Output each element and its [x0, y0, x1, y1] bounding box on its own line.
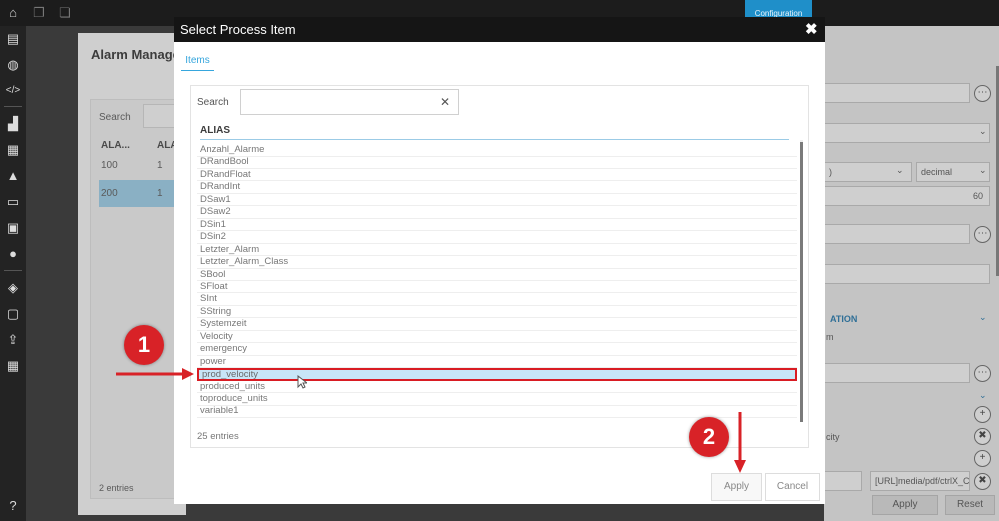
header-divider	[200, 139, 789, 140]
page-title: Alarm Manage	[91, 47, 180, 62]
list-item[interactable]: emergency	[197, 343, 797, 356]
paste-icon[interactable]: ❏	[58, 6, 72, 20]
mouse-cursor-icon	[297, 375, 307, 389]
table-cell[interactable]: 200	[101, 188, 118, 199]
monitor-settings-icon[interactable]: ▢	[5, 306, 21, 322]
chevron-down-icon[interactable]: ⌄	[979, 390, 987, 401]
add-icon[interactable]: +	[974, 450, 991, 467]
close-icon[interactable]: ✖	[805, 20, 818, 38]
entries-count: 25 entries	[197, 431, 239, 442]
list-item[interactable]: DRandInt	[197, 181, 797, 194]
list-item[interactable]: Systemzeit	[197, 318, 797, 331]
alias-column-header[interactable]: ALIAS	[200, 125, 230, 136]
delete-icon[interactable]: ✖	[974, 473, 991, 490]
select-1[interactable]	[824, 123, 990, 143]
list-item[interactable]: Letzter_Alarm_Class	[197, 256, 797, 269]
cancel-button[interactable]: Cancel	[765, 473, 820, 501]
list-item[interactable]: SString	[197, 306, 797, 319]
list-item[interactable]: DRandFloat	[197, 169, 797, 182]
static-text: city	[826, 432, 840, 442]
alarm-warning-icon[interactable]: ▲	[5, 168, 21, 184]
delete-icon[interactable]: ✖	[974, 428, 991, 445]
list-item[interactable]: DSaw1	[197, 194, 797, 207]
list-item[interactable]: Velocity	[197, 331, 797, 344]
code-icon[interactable]: </>	[5, 83, 21, 99]
list-item[interactable]: SInt	[197, 293, 797, 306]
sidebar-divider	[4, 106, 22, 107]
more-options-icon[interactable]: ⋯	[974, 226, 991, 243]
dialog-header: Select Process Item ✖	[174, 17, 825, 42]
number-value: 60	[972, 191, 983, 201]
table-cell[interactable]: 1	[157, 160, 163, 171]
table-cell[interactable]: 1	[157, 188, 163, 199]
copy-icon[interactable]: ❐	[32, 6, 46, 20]
scrollbar-thumb[interactable]	[800, 142, 803, 422]
tab-items[interactable]: Items	[181, 52, 214, 71]
number-field[interactable]: 60	[824, 186, 990, 206]
list-item[interactable]: DSaw2	[197, 206, 797, 219]
url-field[interactable]: [URL]media/pdf/ctrlX_C	[870, 471, 970, 491]
left-sidebar: ▤ ◍ </> ▟ ▦ ▲ ▭ ▣ ● ◈ ▢ ⇪ ▦ ?	[0, 26, 26, 521]
static-text: m	[826, 332, 834, 342]
more-options-icon[interactable]: ⋯	[974, 365, 991, 382]
step-1-badge: 1	[124, 325, 164, 365]
list-item[interactable]: Letzter_Alarm	[197, 244, 797, 257]
package-icon[interactable]: ◈	[5, 280, 21, 296]
list-item[interactable]: SFloat	[197, 281, 797, 294]
apply-button[interactable]: Apply	[711, 473, 762, 501]
add-icon[interactable]: +	[974, 406, 991, 423]
item-list: Anzahl_Alarme DRandBool DRandFloat DRandInt…	[197, 144, 803, 422]
alarm-table-container: Search ALA... ALA 100 1 200 1 2 entries	[90, 99, 187, 499]
list-item[interactable]: DRandBool	[197, 156, 797, 169]
decimal-value: decimal	[921, 167, 953, 177]
section-header[interactable]: ATION	[830, 314, 857, 324]
apply-button[interactable]: Apply	[872, 495, 938, 515]
items-panel: Search ✕ ALIAS Anzahl_Alarme DRandBool DRa…	[190, 85, 809, 448]
id-card-icon[interactable]: ▣	[5, 220, 21, 236]
reset-button[interactable]: Reset	[945, 495, 995, 515]
list-item[interactable]: Anzahl_Alarme	[197, 144, 797, 157]
field-4[interactable]	[824, 363, 970, 383]
field-5[interactable]	[824, 471, 862, 491]
list-item[interactable]: power	[197, 356, 797, 369]
dashboard-icon[interactable]: ▤	[5, 31, 21, 47]
search-label: Search	[197, 97, 229, 108]
device-icon[interactable]: ▭	[5, 194, 21, 210]
field-2[interactable]	[824, 224, 970, 244]
column-header[interactable]: ALA...	[101, 140, 130, 151]
alarm-manager-panel: Alarm Manage Search ALA... ALA 100 1 200…	[78, 33, 187, 515]
export-icon[interactable]: ⇪	[5, 332, 21, 348]
globe-gear-icon[interactable]: ◍	[5, 57, 21, 73]
list-item[interactable]: produced_units	[197, 381, 797, 394]
entries-count: 2 entries	[99, 483, 134, 493]
step-2-badge: 2	[689, 417, 729, 457]
chevron-down-icon[interactable]: ⌄	[979, 312, 987, 323]
chart-icon[interactable]: ▦	[5, 142, 21, 158]
list-item[interactable]: DSin2	[197, 231, 797, 244]
list-item[interactable]: SBool	[197, 269, 797, 281]
search-input[interactable]	[240, 89, 459, 115]
field-3[interactable]	[824, 264, 990, 284]
list-item[interactable]: toproduce_units	[197, 393, 797, 406]
chevron-down-icon: ⌄	[896, 165, 904, 175]
chevron-down-icon: ⌄	[979, 165, 987, 175]
dialog-title: Select Process Item	[180, 22, 296, 37]
field-1[interactable]	[824, 83, 970, 103]
home-icon[interactable]: ⌂	[6, 6, 20, 20]
config-panel: ⋯ ⌄ ) ⌄ decimal ⌄ 60 ⋯ ATION ⌄ m ⋯ ⌄ + c…	[824, 26, 999, 521]
clear-search-icon[interactable]: ✕	[440, 95, 450, 109]
select-2-value: )	[829, 167, 832, 177]
search-label: Search	[99, 112, 131, 123]
sidebar-divider	[4, 270, 22, 271]
more-options-icon[interactable]: ⋯	[974, 85, 991, 102]
url-value: [URL]media/pdf/ctrlX_C	[875, 476, 970, 486]
grid-apps-icon[interactable]: ▦	[5, 358, 21, 374]
help-icon[interactable]: ?	[5, 498, 21, 514]
factory-icon[interactable]: ▟	[5, 116, 21, 132]
user-icon[interactable]: ●	[5, 246, 21, 262]
chevron-down-icon: ⌄	[979, 126, 987, 136]
table-cell[interactable]: 100	[101, 160, 118, 171]
list-item-selected[interactable]: prod_velocity	[197, 368, 797, 381]
list-item[interactable]: DSin1	[197, 219, 797, 232]
